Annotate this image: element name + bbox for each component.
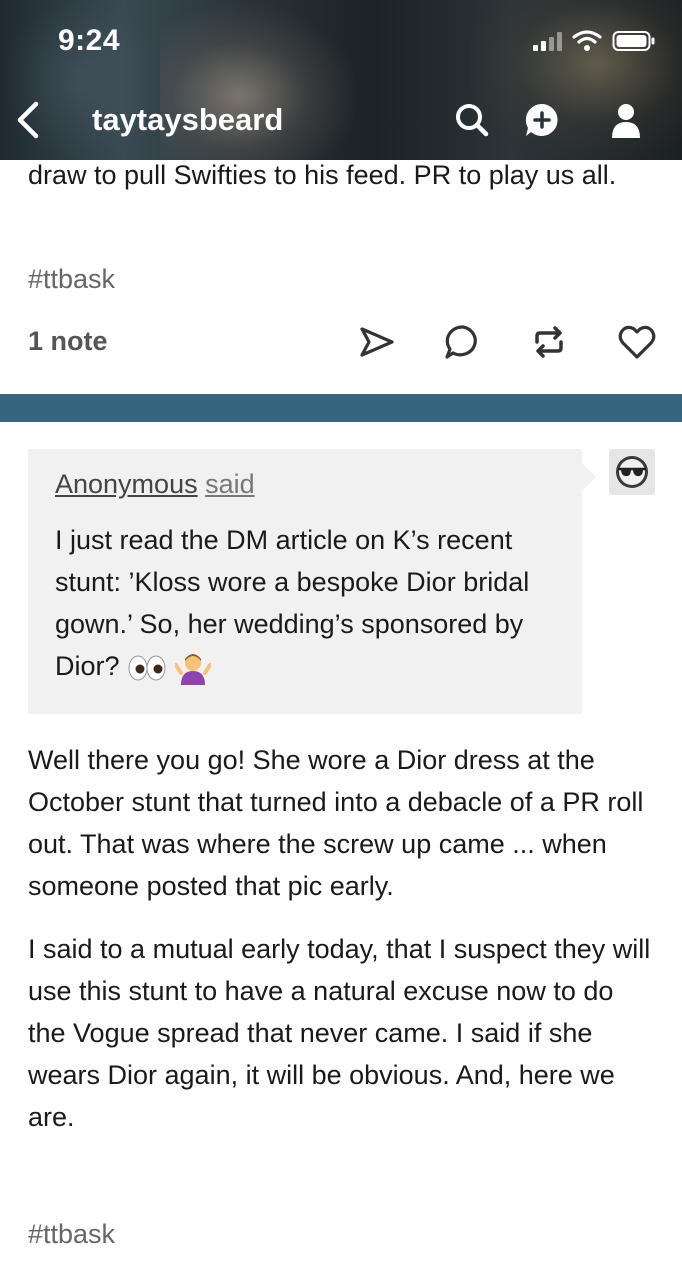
post-tag[interactable]: #ttbask [28, 264, 115, 295]
notes-count[interactable]: 1 note [28, 326, 108, 357]
answer-paragraph-2: I said to a mutual early today, that I s… [28, 934, 651, 1132]
blog-name[interactable]: taytaysbeard [92, 102, 283, 138]
share-icon[interactable] [357, 322, 397, 362]
ask-bubble: Anonymous said I just read the DM articl… [28, 449, 596, 714]
ask-message-icon[interactable] [522, 100, 562, 140]
battery-icon [612, 31, 655, 51]
anonymous-sunglasses-avatar-icon [616, 456, 648, 488]
eyes-emoji-icon [128, 655, 166, 681]
blog-header: 9:24 taytaysbeard [0, 0, 682, 160]
asker-name[interactable]: Anonymous [55, 469, 198, 499]
said-label: said [205, 469, 255, 499]
like-heart-icon[interactable] [617, 322, 657, 362]
back-icon[interactable] [12, 98, 48, 142]
shrug-emoji-icon [174, 653, 211, 685]
post-tag[interactable]: #ttbask [28, 1219, 115, 1250]
search-icon[interactable] [452, 100, 492, 140]
asker-avatar[interactable] [609, 449, 655, 495]
account-icon[interactable] [606, 100, 646, 140]
status-time: 9:24 [58, 24, 121, 57]
nav-bar: taytaysbeard [0, 92, 682, 148]
post-divider [0, 394, 682, 422]
previous-post-text: draw to pull Swifties to his feed. PR to… [28, 160, 617, 190]
signal-icon [533, 31, 562, 51]
answer-paragraph-1: Well there you go! She wore a Dior dress… [28, 745, 644, 901]
status-icons [533, 30, 656, 52]
reply-icon[interactable] [443, 322, 483, 362]
reblog-icon[interactable] [529, 322, 569, 362]
ask-header: Anonymous said [55, 469, 255, 500]
ask-question: I just read the DM article on K’s recent… [55, 519, 555, 687]
wifi-icon [572, 30, 602, 51]
